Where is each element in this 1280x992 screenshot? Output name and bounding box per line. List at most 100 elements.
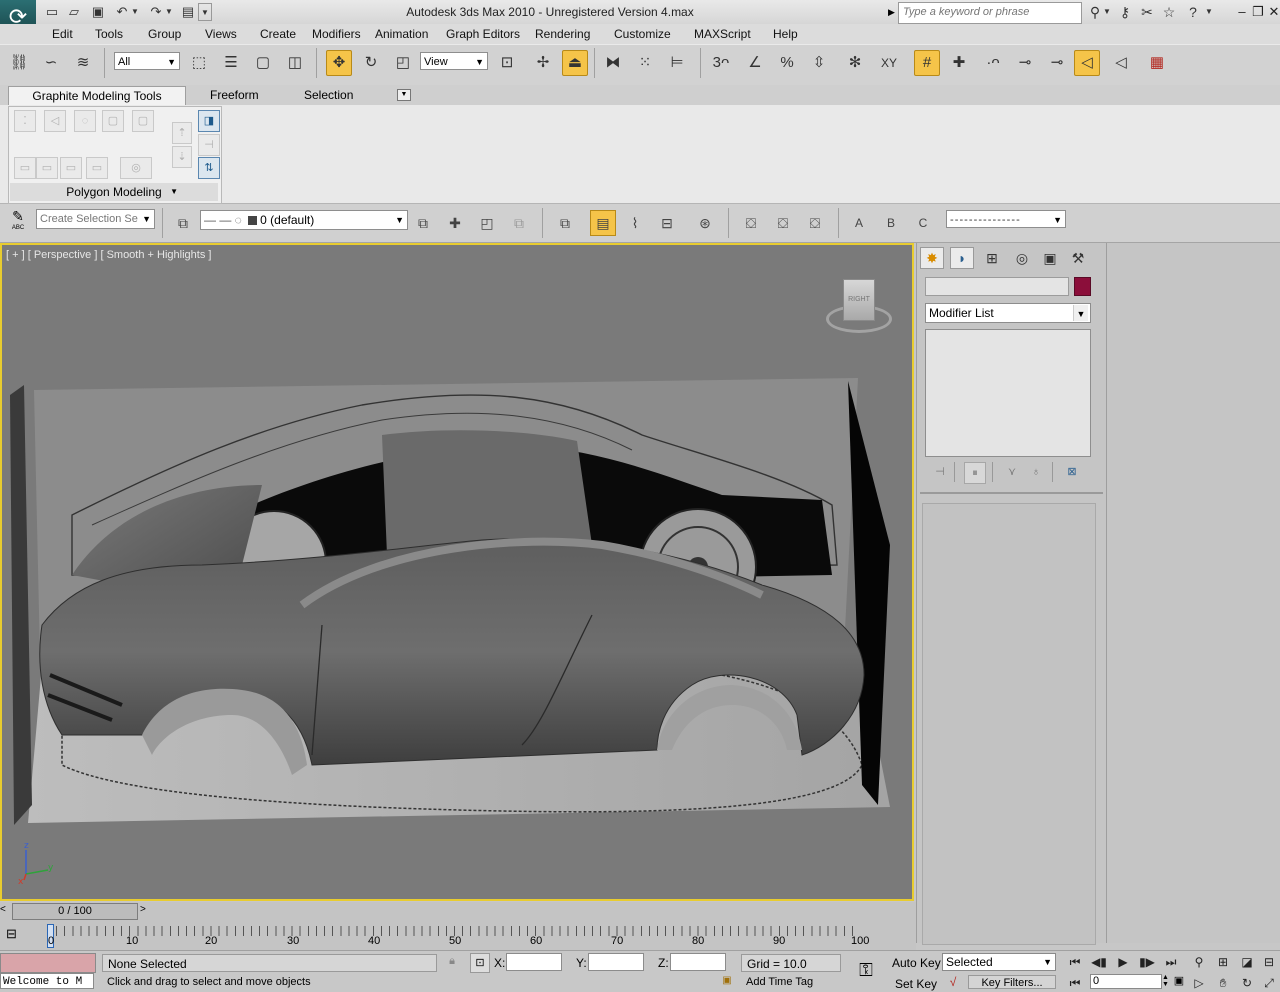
- render-preset-a-icon[interactable]: A: [846, 210, 872, 236]
- panel-label-polygon-modeling[interactable]: Polygon Modeling ▼: [10, 183, 218, 201]
- key-curve-icon[interactable]: √: [944, 975, 962, 989]
- minimize-icon[interactable]: –: [1234, 4, 1250, 20]
- communication-center-icon[interactable]: ✂: [1136, 3, 1158, 21]
- next-frame-icon[interactable]: ▮▶: [1136, 953, 1158, 971]
- edge-mode-icon[interactable]: ◁: [44, 110, 66, 132]
- auto-key-button[interactable]: Auto Key: [892, 956, 941, 970]
- frame-spinner-icon[interactable]: ▲ ▼: [1162, 974, 1170, 989]
- percent-snap-icon[interactable]: %: [774, 50, 800, 76]
- tab-hierarchy-icon[interactable]: ⊞: [980, 247, 1004, 269]
- zoom-all-icon[interactable]: ⊞: [1212, 953, 1234, 971]
- tab-display-icon[interactable]: ▣: [1038, 247, 1062, 269]
- maximize-viewport-icon[interactable]: ⤢: [1258, 974, 1280, 990]
- layer-manager-icon[interactable]: ⧉: [170, 210, 196, 236]
- schematic-view-icon[interactable]: ▤: [590, 210, 616, 236]
- keyboard-shortcut-override-icon[interactable]: ⏏: [562, 50, 588, 76]
- element-mode-icon[interactable]: ▢: [132, 110, 154, 132]
- select-by-name-icon[interactable]: ☰: [218, 50, 244, 76]
- menu-views[interactable]: Views: [205, 27, 237, 41]
- zoom-icon[interactable]: ⚲: [1188, 953, 1210, 971]
- x-coordinate-field[interactable]: [506, 953, 562, 971]
- rendered-frame-window-icon[interactable]: ⊛: [692, 210, 718, 236]
- reference-coordinate-dropdown[interactable]: View ▼: [420, 52, 488, 70]
- save-file-icon[interactable]: ▣: [88, 3, 108, 21]
- redo-dropdown-icon[interactable]: ▼: [164, 3, 174, 21]
- next-frame-arrow-icon[interactable]: >: [140, 904, 146, 915]
- mirror-icon[interactable]: ⧓: [600, 50, 626, 76]
- edit-named-selection-icon[interactable]: ✎ ABC: [6, 208, 30, 236]
- menu-tools[interactable]: Tools: [95, 27, 123, 41]
- select-and-scale-icon[interactable]: ◰: [390, 50, 416, 76]
- selection-filter-dropdown[interactable]: All ▼: [114, 52, 180, 70]
- add-to-layer-icon[interactable]: ✚: [442, 210, 468, 236]
- modifier-list-dropdown[interactable]: Modifier List ▼: [925, 303, 1091, 323]
- rectangular-selection-icon[interactable]: ▢: [250, 50, 276, 76]
- link-icon[interactable]: ⛓: [6, 50, 32, 76]
- window-crossing-icon[interactable]: ◫: [282, 50, 308, 76]
- preserve-uvs-icon[interactable]: ◎: [120, 157, 152, 179]
- snaps-toggle-icon[interactable]: 3ᴖ: [708, 50, 734, 76]
- tab-freeform[interactable]: Freeform: [210, 86, 259, 104]
- constraint-axis-icon[interactable]: XY: [876, 50, 902, 76]
- material-editor-icon[interactable]: ⌇: [622, 210, 648, 236]
- lock-selection-icon[interactable]: 🔒︎: [444, 955, 460, 971]
- vertex-mode-icon[interactable]: ⁚: [14, 110, 36, 132]
- favorites-icon[interactable]: ☆: [1158, 3, 1180, 21]
- angle-snap-icon[interactable]: ∠: [742, 50, 768, 76]
- unlink-icon[interactable]: ∽: [38, 50, 64, 76]
- menu-create[interactable]: Create: [260, 27, 296, 41]
- restore-icon[interactable]: ❐: [1250, 4, 1266, 20]
- object-name-field[interactable]: [925, 277, 1069, 296]
- y-coordinate-field[interactable]: [588, 953, 644, 971]
- key-mode-dropdown[interactable]: Selected ▼: [942, 953, 1056, 971]
- object-name-input[interactable]: [926, 278, 1068, 296]
- modifier-stack-list[interactable]: [925, 329, 1091, 457]
- help-icon[interactable]: ?: [1182, 3, 1204, 21]
- curve-editor-icon[interactable]: ⧉: [552, 210, 578, 236]
- snap-grid-points-icon[interactable]: ✻: [842, 50, 868, 76]
- z-coordinate-field[interactable]: [670, 953, 726, 971]
- snap-pivot-icon[interactable]: ✚: [946, 50, 972, 76]
- time-configuration-icon[interactable]: ▣: [1170, 974, 1188, 989]
- menu-group[interactable]: Group: [148, 27, 181, 41]
- render-setup-window-icon[interactable]: ⊟: [654, 210, 680, 236]
- menu-customize[interactable]: Customize: [614, 27, 671, 41]
- remove-modifier-icon[interactable]: ♁: [1026, 462, 1046, 482]
- play-icon[interactable]: ▶: [1112, 953, 1134, 971]
- previous-frame-icon[interactable]: ◀▮: [1088, 953, 1110, 971]
- search-input[interactable]: [899, 3, 1081, 21]
- show-end-result-icon[interactable]: ▭: [60, 157, 82, 179]
- help-dropdown-icon[interactable]: ▼: [1204, 3, 1214, 21]
- spinner-snap-icon[interactable]: ⇳: [806, 50, 832, 76]
- snap-midpoint-icon[interactable]: ⊸: [1044, 50, 1070, 76]
- project-folder-icon[interactable]: ▤: [178, 3, 198, 21]
- sub-object-icon[interactable]: ⇅: [198, 157, 220, 179]
- tab-modify-icon[interactable]: ◗: [950, 247, 974, 269]
- select-object-icon[interactable]: ⬚: [186, 50, 212, 76]
- object-color-swatch[interactable]: [1074, 277, 1091, 296]
- orbit-icon[interactable]: ↻: [1236, 974, 1258, 990]
- previous-modifier-icon[interactable]: ⇡: [172, 122, 192, 144]
- menu-edit[interactable]: Edit: [52, 27, 73, 41]
- zoom-extents-icon[interactable]: ◪: [1236, 953, 1258, 971]
- menu-rendering[interactable]: Rendering: [535, 27, 590, 41]
- tab-selection[interactable]: Selection: [304, 86, 353, 104]
- snap-face-icon[interactable]: ◁: [1108, 50, 1134, 76]
- select-layer-objects-icon[interactable]: ◰: [474, 210, 500, 236]
- redo-icon[interactable]: ↷: [146, 3, 166, 21]
- pan-view-icon[interactable]: ✋︎: [1212, 974, 1234, 990]
- make-unique-icon[interactable]: ⋎: [1002, 462, 1022, 482]
- absolute-transform-icon[interactable]: ⊡: [470, 953, 490, 973]
- pivot-center-icon[interactable]: ⊡: [494, 50, 520, 76]
- time-slider-thumb[interactable]: 0 / 100: [12, 903, 138, 920]
- align-icon[interactable]: ⊨: [664, 50, 690, 76]
- previous-frame-arrow-icon[interactable]: <: [0, 904, 6, 915]
- render-preset-dropdown[interactable]: - - - - - - - - - - - - - - - ▼: [946, 210, 1066, 228]
- open-file-icon[interactable]: ▱: [64, 3, 84, 21]
- pin-stack-icon[interactable]: ⊣: [930, 462, 950, 482]
- search-box[interactable]: [898, 2, 1082, 24]
- time-tag-icon[interactable]: ▣: [718, 975, 736, 989]
- select-and-move-icon[interactable]: ✥: [326, 50, 352, 76]
- zoom-extents-all-icon[interactable]: ⊟: [1258, 953, 1280, 971]
- mini-curve-editor-icon[interactable]: ⊟: [6, 926, 28, 942]
